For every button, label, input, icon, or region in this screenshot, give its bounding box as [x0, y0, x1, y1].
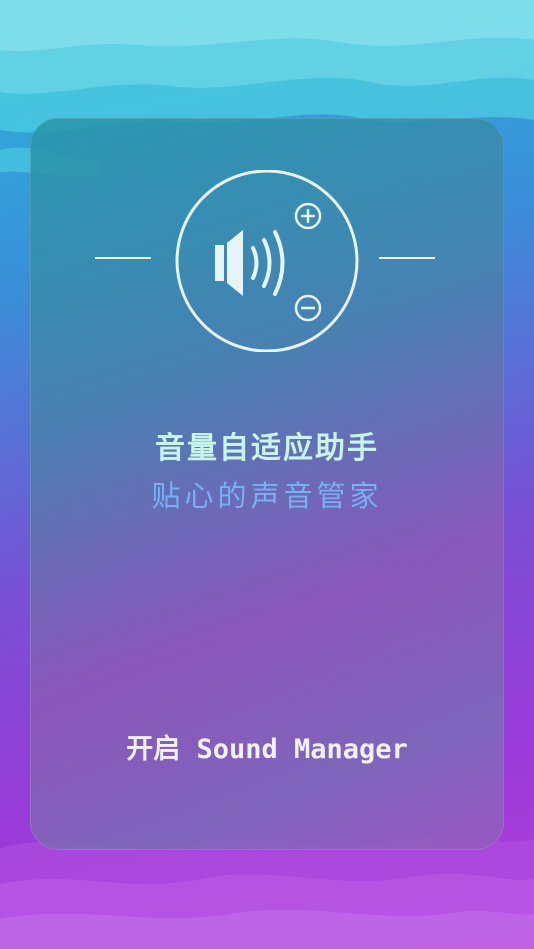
app-subtitle: 贴心的声音管家: [151, 479, 383, 513]
speaker-volume-icon: [215, 230, 285, 296]
app-logo: [95, 170, 435, 352]
app-title: 音量自适应助手: [155, 431, 379, 466]
start-sound-manager-button[interactable]: 开启 Sound Manager: [100, 718, 434, 774]
plus-icon: [294, 202, 322, 230]
minus-icon: [294, 294, 322, 322]
splash-screen: 音量自适应助手 贴心的声音管家 开启 Sound Manager: [0, 0, 534, 949]
